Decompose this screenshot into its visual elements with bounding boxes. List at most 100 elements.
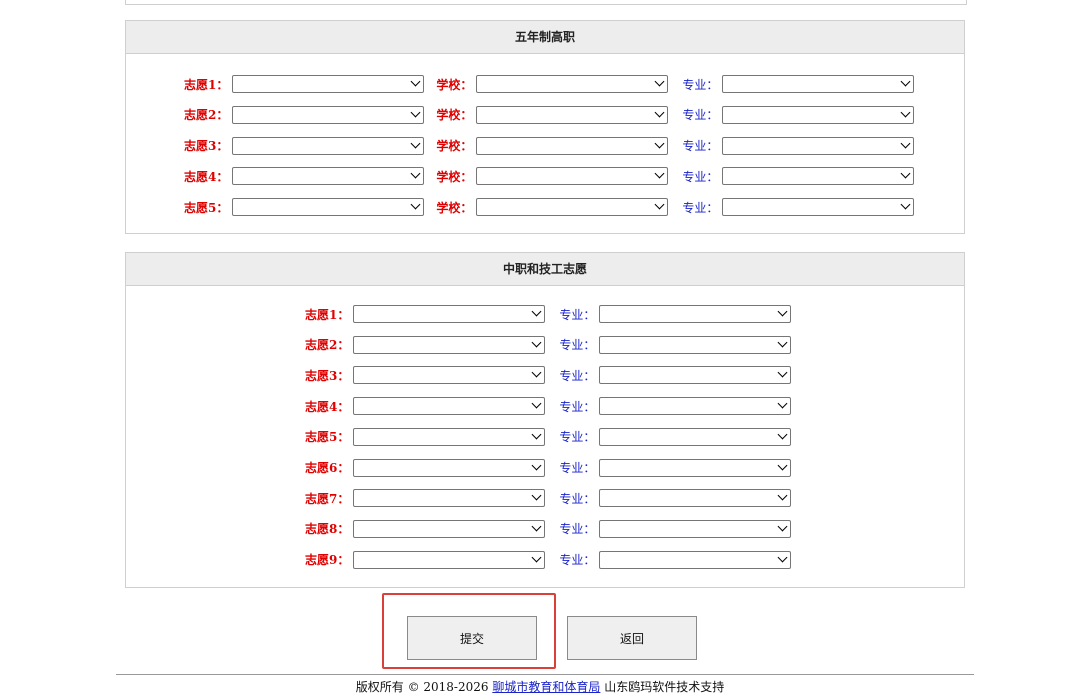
- school-select[interactable]: [476, 198, 669, 217]
- choice-row: 志愿3：学校：专业：: [184, 136, 915, 156]
- chevron-down-icon: [777, 552, 788, 563]
- label-colon: ：: [460, 139, 473, 154]
- school-label: 学校: [436, 139, 461, 154]
- chevron-down-icon: [777, 490, 788, 501]
- five-year-panel-title: 五年制高职: [126, 21, 964, 54]
- choice-label: 志愿3: [305, 368, 338, 383]
- major-select[interactable]: [599, 458, 792, 477]
- school-select[interactable]: [353, 305, 546, 323]
- major-select[interactable]: [722, 105, 915, 124]
- label-colon: ：: [337, 399, 350, 414]
- chevron-down-icon: [777, 521, 788, 532]
- label-colon: ：: [460, 169, 473, 184]
- school-select[interactable]: [476, 167, 669, 186]
- footer-divider: [116, 674, 974, 675]
- vocational-panel-title: 中职和技工志愿: [126, 253, 964, 286]
- chevron-down-icon: [777, 367, 788, 378]
- chevron-down-icon: [410, 168, 421, 179]
- chevron-down-icon: [900, 138, 911, 149]
- school-select[interactable]: [353, 519, 546, 538]
- label-colon: ：: [583, 399, 596, 414]
- label-colon: ：: [460, 77, 473, 92]
- major-select[interactable]: [599, 550, 792, 569]
- chevron-down-icon: [900, 199, 911, 210]
- label-colon: ：: [216, 77, 229, 92]
- choice-label: 志愿2: [305, 338, 338, 353]
- chevron-down-icon: [900, 107, 911, 118]
- submit-button[interactable]: 提交: [407, 616, 537, 660]
- label-colon: ：: [337, 522, 350, 537]
- choice-label: 志愿2: [184, 108, 217, 123]
- school-select[interactable]: [353, 489, 546, 508]
- choice-label: 志愿6: [305, 461, 338, 475]
- label-colon: ：: [337, 461, 350, 475]
- choice-select[interactable]: [232, 167, 425, 186]
- major-select[interactable]: [599, 489, 792, 508]
- label-colon: ：: [706, 77, 719, 92]
- choice-row: 志愿8：专业：: [305, 519, 792, 539]
- footer: 版权所有 © 2018-2026 聊城市教育和体育局 山东鸥玛软件技术支持: [0, 678, 1080, 695]
- school-select[interactable]: [353, 458, 546, 477]
- chevron-down-icon: [777, 306, 788, 317]
- choice-select[interactable]: [232, 136, 425, 155]
- choice-label: 志愿7: [305, 491, 338, 506]
- chevron-down-icon: [900, 168, 911, 179]
- chevron-down-icon: [410, 107, 421, 118]
- major-select[interactable]: [722, 75, 915, 93]
- school-select[interactable]: [476, 105, 669, 124]
- major-select[interactable]: [599, 335, 792, 354]
- choice-row: 志愿9：专业：: [305, 550, 792, 570]
- chevron-down-icon: [654, 138, 665, 149]
- choice-select[interactable]: [232, 75, 425, 93]
- major-select[interactable]: [599, 427, 792, 446]
- school-select[interactable]: [353, 427, 546, 446]
- school-select[interactable]: [476, 75, 669, 93]
- major-select[interactable]: [599, 305, 792, 323]
- major-label: 专业: [559, 553, 584, 568]
- major-label: 专业: [559, 461, 584, 475]
- major-select[interactable]: [599, 366, 792, 385]
- label-colon: ：: [583, 307, 596, 322]
- chevron-down-icon: [410, 138, 421, 149]
- label-colon: ：: [216, 169, 229, 184]
- chevron-down-icon: [531, 337, 542, 348]
- previous-panel-bottom: [125, 0, 967, 5]
- school-select[interactable]: [353, 550, 546, 569]
- major-select[interactable]: [722, 167, 915, 186]
- major-select[interactable]: [599, 519, 792, 538]
- vocational-panel: 中职和技工志愿 志愿1：专业：志愿2：专业：志愿3：专业：志愿4：专业：志愿5：…: [125, 252, 965, 588]
- choice-select[interactable]: [232, 198, 425, 217]
- choice-select[interactable]: [232, 105, 425, 124]
- label-colon: ：: [216, 139, 229, 154]
- chevron-down-icon: [531, 398, 542, 409]
- school-select[interactable]: [353, 335, 546, 354]
- label-colon: ：: [583, 553, 596, 568]
- choice-row: 志愿6：专业：: [305, 458, 792, 478]
- major-select[interactable]: [599, 397, 792, 416]
- chevron-down-icon: [531, 367, 542, 378]
- choice-label: 志愿4: [305, 399, 338, 414]
- choice-label: 志愿9: [305, 553, 338, 568]
- choice-row: 志愿4：专业：: [305, 396, 792, 416]
- footer-link-education-bureau[interactable]: 聊城市教育和体育局: [492, 680, 600, 694]
- label-colon: ：: [583, 430, 596, 445]
- major-label: 专业: [559, 399, 584, 414]
- choice-row: 志愿5：专业：: [305, 427, 792, 447]
- chevron-down-icon: [777, 460, 788, 470]
- major-label: 专业: [559, 522, 584, 537]
- choice-label: 志愿1: [184, 77, 217, 92]
- label-colon: ：: [706, 169, 719, 184]
- label-colon: ：: [337, 491, 350, 506]
- school-select[interactable]: [476, 136, 669, 155]
- choice-row: 志愿2：专业：: [305, 335, 792, 355]
- major-select[interactable]: [722, 136, 915, 155]
- chevron-down-icon: [654, 107, 665, 118]
- chevron-down-icon: [654, 199, 665, 210]
- school-select[interactable]: [353, 397, 546, 416]
- back-button[interactable]: 返回: [567, 616, 697, 660]
- choice-row: 志愿1：专业：: [305, 304, 792, 324]
- choice-row: 志愿3：专业：: [305, 365, 792, 385]
- chevron-down-icon: [410, 76, 421, 87]
- school-select[interactable]: [353, 366, 546, 385]
- major-select[interactable]: [722, 198, 915, 217]
